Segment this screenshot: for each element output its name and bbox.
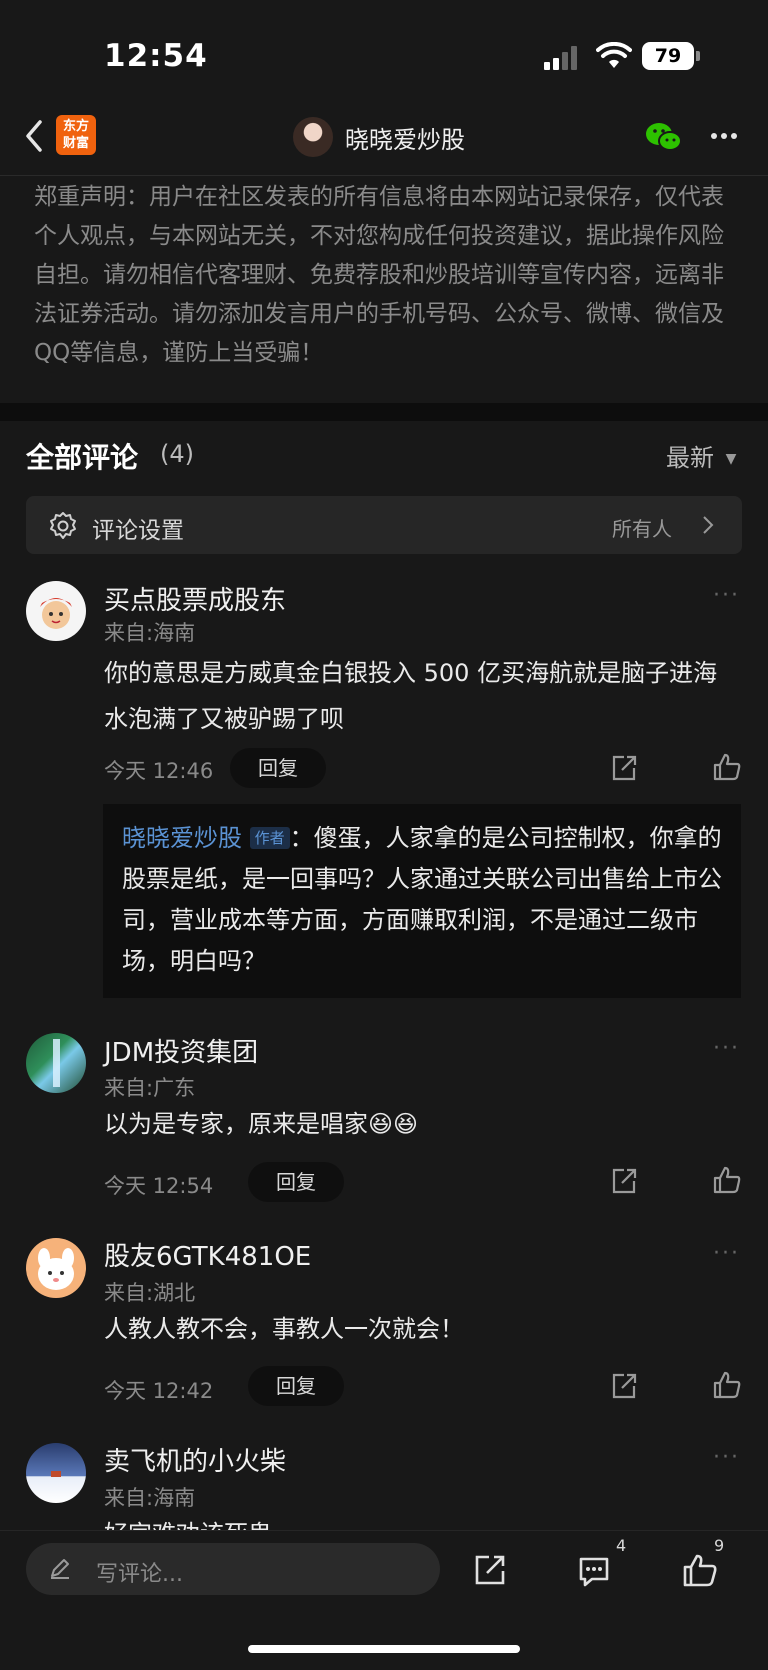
more-options-icon[interactable] (710, 132, 738, 140)
comment-bubble-icon[interactable] (576, 1553, 612, 1589)
reply-button[interactable]: 回复 (248, 1366, 344, 1406)
like-icon[interactable] (712, 1165, 742, 1195)
reply-button[interactable]: 回复 (248, 1162, 344, 1202)
commenter-location: 来自:海南 (104, 1486, 196, 1510)
comments-title: 全部评论 (26, 441, 139, 474)
reply-colon: ： (289, 824, 314, 852)
back-arrow-icon[interactable] (22, 118, 46, 154)
share-icon[interactable] (610, 1167, 638, 1195)
logo-line-1: 东方 (62, 119, 89, 134)
commenter-avatar[interactable] (26, 581, 86, 641)
wechat-share-icon[interactable] (645, 121, 683, 153)
author-avatar[interactable] (293, 117, 333, 157)
commenter-location: 来自:广东 (104, 1076, 196, 1100)
battery-cap (696, 51, 700, 61)
nav-title[interactable]: 晓晓爱炒股 (345, 120, 465, 155)
comment-input-placeholder: 写评论... (96, 1562, 183, 1587)
comments-count: (4) (160, 440, 194, 468)
gear-icon (50, 512, 76, 539)
comment-more-icon[interactable]: ··· (713, 1445, 740, 1470)
like-icon[interactable] (682, 1552, 718, 1588)
author-tag: 作者 (249, 827, 290, 849)
app-logo[interactable]: 东方 财富 (56, 115, 96, 155)
sort-dropdown[interactable]: 最新 ▼ (666, 438, 736, 473)
signal-icon (544, 46, 584, 70)
comment-count-badge: 4 (616, 1536, 627, 1555)
settings-value: 所有人 (612, 517, 672, 541)
share-icon[interactable] (473, 1553, 507, 1587)
like-icon[interactable] (712, 752, 742, 782)
comment-text: 人教人教不会，事教人一次就会！ (104, 1315, 464, 1343)
comment-more-icon[interactable]: ··· (713, 583, 740, 608)
snow-house-icon (51, 1471, 61, 1477)
cartoon-face-icon (40, 598, 72, 629)
battery-indicator: 79 (642, 42, 694, 70)
commenter-name[interactable]: JDM投资集团 (104, 1032, 258, 1069)
chevron-right-icon (703, 516, 714, 534)
commenter-avatar[interactable] (26, 1033, 86, 1093)
home-indicator (248, 1645, 520, 1653)
commenter-avatar[interactable] (26, 1238, 86, 1298)
commenter-avatar[interactable] (26, 1443, 86, 1503)
reply-author-name[interactable]: 晓晓爱炒股 (122, 824, 242, 852)
settings-label: 评论设置 (92, 518, 184, 544)
author-reply: 晓晓爱炒股 作者 ：傻蛋，人家拿的是公司控制权，你拿的股票是纸，是一回事吗？人家通… (122, 818, 728, 982)
wifi-icon (596, 42, 632, 68)
sort-label: 最新 (666, 444, 714, 472)
commenter-name[interactable]: 卖飞机的小火柴 (104, 1441, 286, 1478)
status-time: 12:54 (104, 38, 208, 74)
reply-button[interactable]: 回复 (230, 748, 326, 788)
share-icon[interactable] (610, 1372, 638, 1400)
like-count-badge: 9 (714, 1536, 725, 1555)
comment-time: 今天 12:46 (104, 759, 214, 783)
nav-divider (0, 175, 768, 176)
share-icon[interactable] (610, 754, 638, 782)
pencil-icon (51, 1559, 69, 1579)
comment-more-icon[interactable]: ··· (713, 1036, 740, 1061)
waterfall-image-icon (53, 1039, 60, 1087)
commenter-name[interactable]: 股友6GTK481OE (104, 1236, 311, 1273)
disclaimer-text: 郑重声明：用户在社区发表的所有信息将由本网站记录保存，仅代表个人观点，与本网站无… (34, 184, 724, 366)
section-separator (0, 403, 768, 421)
commenter-location: 来自:海南 (104, 621, 196, 645)
bunny-face-icon (38, 1248, 74, 1290)
like-icon[interactable] (712, 1370, 742, 1400)
comment-input[interactable] (26, 1543, 440, 1595)
comment-text: 你的意思是方威真金白银投入 500 亿买海航就是脑子进海水泡满了又被驴踢了呗 (104, 659, 718, 733)
comment-time: 今天 12:54 (104, 1174, 214, 1198)
dropdown-caret-icon: ▼ (725, 451, 737, 467)
comment-time: 今天 12:42 (104, 1379, 214, 1403)
logo-line-2: 财富 (62, 136, 89, 151)
comment-more-icon[interactable]: ··· (713, 1241, 740, 1266)
comment-text: 以为是专家，原来是唱家😆😆 (104, 1110, 419, 1138)
commenter-location: 来自:湖北 (104, 1281, 196, 1305)
commenter-name[interactable]: 买点股票成股东 (104, 580, 286, 617)
